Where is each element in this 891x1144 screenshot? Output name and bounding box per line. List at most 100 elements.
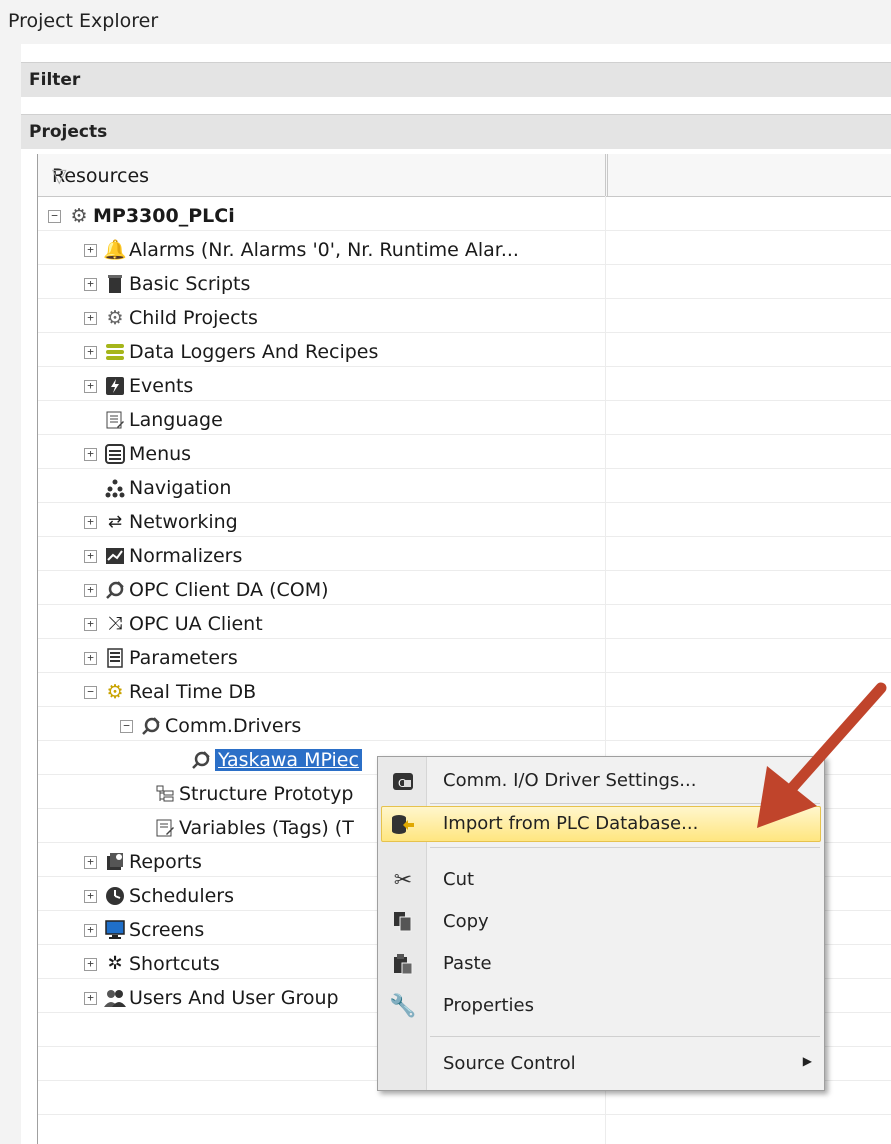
expand-icon[interactable]: + — [84, 923, 97, 937]
database-icon — [104, 341, 126, 363]
expand-icon[interactable]: + — [84, 651, 97, 665]
resources-column-header[interactable]: Resources ▽ — [38, 154, 606, 196]
tree-item-networking[interactable]: + ⇄ Networking — [84, 505, 238, 539]
import-database-icon — [390, 811, 416, 837]
tree-item-parameters[interactable]: + Parameters — [84, 641, 238, 675]
tree-item-label: Screens — [129, 919, 205, 941]
tree-item-child-projects[interactable]: + ⚙ Child Projects — [84, 301, 258, 335]
language-icon — [104, 409, 126, 431]
menu-separator — [430, 847, 820, 848]
projects-label: Projects — [29, 122, 108, 142]
tree-item-basic-scripts[interactable]: + Basic Scripts — [84, 267, 250, 301]
plug-icon — [104, 579, 126, 601]
tree-item-opc-da[interactable]: + OPC Client DA (COM) — [84, 573, 329, 607]
menu-item-copy[interactable]: Copy — [378, 903, 824, 941]
parameters-icon — [104, 647, 126, 669]
collapse-icon[interactable]: − — [48, 209, 61, 223]
tree-item-data-loggers[interactable]: + Data Loggers And Recipes — [84, 335, 378, 369]
expand-icon[interactable]: + — [84, 447, 97, 461]
tree-item-alarms[interactable]: + 🔔 Alarms (Nr. Alarms '0', Nr. Runtime … — [84, 233, 519, 267]
tree-item-shortcuts[interactable]: + ✲ Shortcuts — [84, 947, 220, 981]
tree-item-label: OPC UA Client — [129, 613, 263, 635]
driver-settings-icon: C — [390, 768, 416, 794]
expand-icon[interactable]: + — [84, 311, 97, 325]
tree-item-label-selected: Yaskawa MPiec — [215, 749, 362, 771]
menu-item-label: Source Control — [443, 1053, 576, 1074]
events-icon — [104, 375, 126, 397]
column-filter-icon[interactable]: ▽ — [52, 165, 67, 187]
tree-item-label: Variables (Tags) (T — [179, 817, 354, 839]
tree-item-variables[interactable]: Variables (Tags) (T — [154, 811, 354, 845]
tree-item-schedulers[interactable]: + Schedulers — [84, 879, 234, 913]
menu-item-label: Paste — [443, 953, 492, 974]
project-explorer-titlebar: Project Explorer — [0, 0, 891, 44]
tree-item-label: Shortcuts — [129, 953, 220, 975]
expand-icon[interactable]: + — [84, 379, 97, 393]
alarm-bell-icon: 🔔 — [103, 239, 127, 261]
tree-item-label: Real Time DB — [129, 681, 257, 703]
tree-item-yaskawa[interactable]: Yaskawa MPiec — [190, 743, 362, 777]
copy-icon — [390, 909, 416, 935]
tree-item-language[interactable]: Language — [84, 403, 223, 437]
gears-icon: ⚙ — [106, 307, 124, 329]
expand-icon[interactable]: + — [84, 991, 97, 1005]
filter-section-header[interactable]: Filter — [21, 62, 891, 97]
column-header-row: Resources ▽ — [38, 154, 891, 197]
expand-icon[interactable]: + — [84, 549, 97, 563]
panel-title: Project Explorer — [8, 10, 159, 32]
menu-item-label: Copy — [443, 911, 489, 932]
menu-item-cut[interactable]: ✂ Cut — [378, 861, 824, 899]
paste-icon — [390, 951, 416, 977]
expand-icon[interactable]: + — [84, 957, 97, 971]
tree-item-structure[interactable]: Structure Prototyp — [154, 777, 353, 811]
tree-item-users[interactable]: + Users And User Group — [84, 981, 339, 1015]
menu-item-paste[interactable]: Paste — [378, 945, 824, 983]
plug-icon — [140, 715, 162, 737]
annotation-arrow-icon — [757, 682, 887, 828]
menu-icon — [104, 443, 126, 465]
tree-item-label: Users And User Group — [129, 987, 339, 1009]
tree-item-events[interactable]: + Events — [84, 369, 193, 403]
expand-icon[interactable]: + — [84, 583, 97, 597]
tree-item-normalizers[interactable]: + Normalizers — [84, 539, 242, 573]
script-icon — [104, 273, 126, 295]
tree-item-label: Basic Scripts — [129, 273, 251, 295]
collapse-icon[interactable]: − — [84, 685, 97, 699]
menu-item-label: Properties — [443, 995, 534, 1016]
collapse-icon[interactable]: − — [120, 719, 133, 733]
tree-item-opc-ua[interactable]: + ⤨ OPC UA Client — [84, 607, 263, 641]
projects-section-header[interactable]: Projects — [21, 114, 891, 149]
expand-icon[interactable]: + — [84, 889, 97, 903]
tree-item-label: Language — [129, 409, 223, 431]
menu-separator — [430, 1036, 820, 1037]
tree-item-reports[interactable]: + Reports — [84, 845, 202, 879]
expand-icon[interactable]: + — [84, 243, 97, 257]
structure-icon — [154, 783, 176, 805]
expand-icon[interactable]: + — [84, 345, 97, 359]
tree-item-label: Alarms (Nr. Alarms '0', Nr. Runtime Alar… — [129, 239, 519, 261]
monitor-icon — [104, 919, 126, 941]
column-divider[interactable] — [607, 154, 608, 196]
tree-item-menus[interactable]: + Menus — [84, 437, 191, 471]
variables-icon — [154, 817, 176, 839]
tree-item-realtime-db[interactable]: − ⚙ Real Time DB — [84, 675, 256, 709]
reports-icon — [104, 851, 126, 873]
tree-item-screens[interactable]: + Screens — [84, 913, 204, 947]
tree-item-comm-drivers[interactable]: − Comm.Drivers — [120, 709, 301, 743]
submenu-arrow-icon: ▶ — [802, 1054, 812, 1068]
menu-item-source-control[interactable]: Source Control ▶ — [378, 1045, 824, 1083]
tree-item-root[interactable]: − ⚙ MP3300_PLCi — [48, 199, 235, 233]
expand-icon[interactable]: + — [84, 855, 97, 869]
tree-item-label: Reports — [129, 851, 202, 873]
tree-item-label: Events — [129, 375, 194, 397]
gear-project-icon: ⚙ — [70, 205, 88, 227]
menu-item-label: Comm. I/O Driver Settings... — [443, 770, 697, 791]
tree-item-navigation[interactable]: Navigation — [84, 471, 231, 505]
expand-icon[interactable]: + — [84, 515, 97, 529]
scissors-icon: ✂ — [393, 867, 413, 893]
expand-icon[interactable]: + — [84, 617, 97, 631]
filter-label: Filter — [29, 70, 81, 90]
menu-item-properties[interactable]: 🔧 Properties — [378, 987, 824, 1025]
expand-icon[interactable]: + — [84, 277, 97, 291]
shortcut-icon: ✲ — [107, 953, 123, 974]
